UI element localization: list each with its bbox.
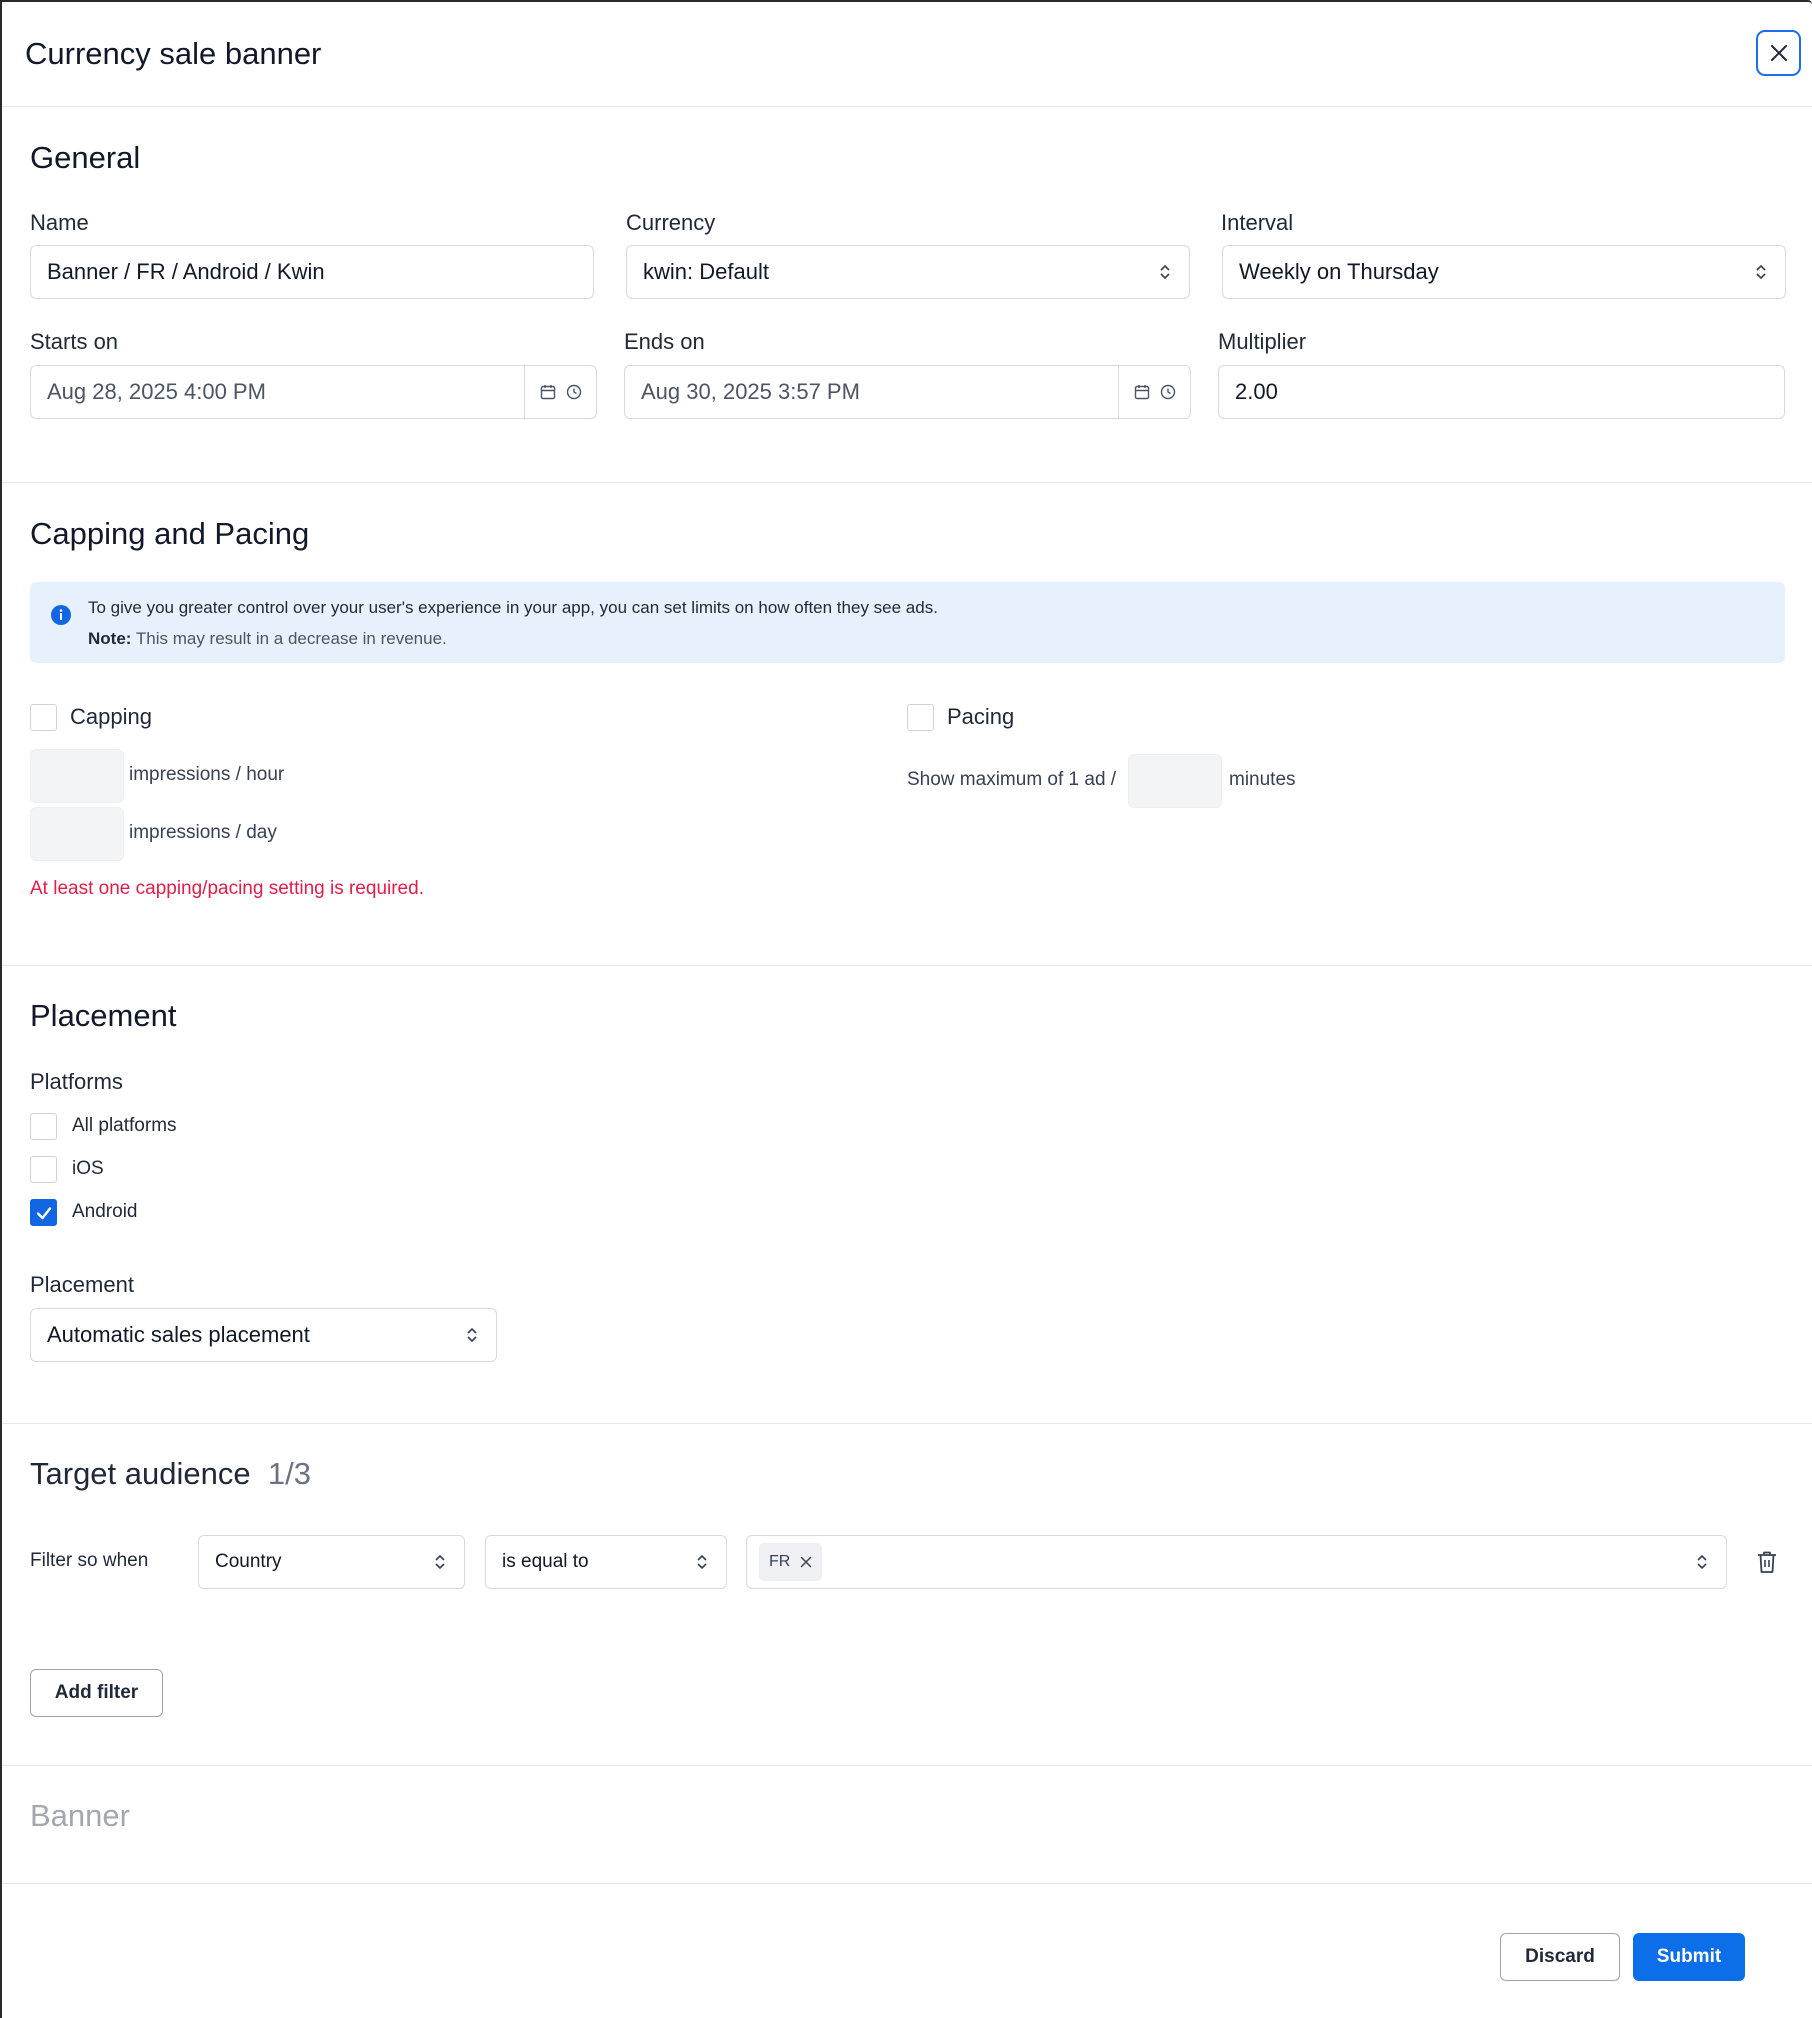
starts-value: Aug 28, 2025 4:00 PM (47, 379, 266, 404)
filter-field-value: Country (215, 1551, 282, 1572)
divider (2, 965, 1812, 966)
platform-all-checkbox[interactable] (30, 1113, 57, 1140)
chevron-updown-icon (1697, 1554, 1707, 1570)
info-banner: To give you greater control over your us… (30, 582, 1785, 663)
info-icon (51, 605, 71, 625)
interval-label: Interval (1221, 210, 1294, 235)
per-hour-label: impressions / hour (129, 764, 285, 785)
name-input[interactable]: Banner / FR / Android / Kwin (30, 245, 594, 299)
close-icon (1770, 45, 1787, 61)
dialog-frame (0, 0, 1812, 2018)
currency-value: kwin: Default (643, 259, 769, 284)
section-title-banner: Banner (30, 1798, 130, 1833)
platform-ios-checkbox[interactable] (30, 1156, 57, 1183)
name-value: Banner / FR / Android / Kwin (47, 259, 325, 284)
submit-button[interactable]: Submit (1633, 1933, 1745, 1981)
discard-button[interactable]: Discard (1500, 1933, 1620, 1981)
add-filter-button[interactable]: Add filter (30, 1669, 163, 1717)
name-label: Name (30, 210, 89, 235)
pacing-prefix: Show maximum of 1 ad / (907, 769, 1117, 790)
platform-ios-label: iOS (72, 1158, 104, 1179)
ends-label: Ends on (624, 329, 705, 354)
calendar-icon[interactable] (1134, 384, 1150, 400)
placement-value: Automatic sales placement (47, 1322, 310, 1347)
datetime-icons (1118, 366, 1190, 418)
trash-icon[interactable] (1756, 1550, 1778, 1574)
filter-field-select[interactable]: Country (198, 1535, 465, 1589)
ends-datetime-input[interactable]: Aug 30, 2025 3:57 PM (624, 365, 1191, 419)
platform-android-label: Android (72, 1201, 138, 1222)
currency-label: Currency (626, 210, 716, 235)
close-button[interactable] (1756, 30, 1801, 76)
chevron-updown-icon (435, 1554, 445, 1570)
pacing-label: Pacing (947, 704, 1015, 729)
interval-select[interactable]: Weekly on Thursday (1222, 245, 1786, 299)
multiplier-input[interactable]: 2.00 (1218, 365, 1785, 419)
placement-select[interactable]: Automatic sales placement (30, 1308, 497, 1362)
section-title-audience: Target audience 1/3 (30, 1456, 311, 1492)
info-note-text: This may result in a decrease in revenue… (135, 629, 447, 648)
platform-android-checkbox[interactable] (30, 1199, 57, 1226)
pacing-suffix: minutes (1229, 769, 1296, 790)
currency-select[interactable]: kwin: Default (626, 245, 1190, 299)
section-title-capping: Capping and Pacing (30, 516, 310, 551)
filter-operator-select[interactable]: is equal to (485, 1535, 727, 1589)
impressions-per-day-input[interactable] (30, 807, 124, 861)
divider (2, 106, 1812, 107)
dialog-title: Currency sale banner (25, 36, 322, 71)
platforms-label: Platforms (30, 1069, 123, 1094)
chevron-updown-icon (1756, 264, 1766, 280)
info-text: To give you greater control over your us… (88, 598, 938, 617)
section-title-placement: Placement (30, 998, 177, 1033)
footer-divider (2, 1883, 1812, 1884)
multiplier-value: 2.00 (1235, 379, 1278, 404)
placement-label: Placement (30, 1272, 134, 1297)
audience-title: Target audience (30, 1456, 251, 1491)
filter-tag: FR (759, 1543, 823, 1581)
audience-count: 1/3 (267, 1456, 311, 1491)
filter-operator-value: is equal to (502, 1551, 589, 1572)
platform-all-label: All platforms (72, 1115, 177, 1136)
remove-tag-icon[interactable] (800, 1556, 812, 1568)
capping-error: At least one capping/pacing setting is r… (30, 878, 424, 899)
clock-icon[interactable] (566, 384, 582, 400)
section-title-general: General (30, 140, 141, 175)
interval-value: Weekly on Thursday (1239, 259, 1439, 284)
impressions-per-hour-input[interactable] (30, 749, 124, 803)
capping-label: Capping (70, 704, 152, 729)
calendar-icon[interactable] (540, 384, 556, 400)
divider (2, 1423, 1812, 1424)
filter-value-multiselect[interactable]: FR (746, 1535, 1727, 1589)
capping-checkbox[interactable] (30, 704, 57, 731)
divider (2, 1765, 1812, 1766)
divider (2, 482, 1812, 483)
pacing-checkbox[interactable] (907, 704, 934, 731)
starts-label: Starts on (30, 329, 119, 354)
chevron-updown-icon (697, 1554, 707, 1570)
filter-prefix: Filter so when (30, 1550, 149, 1571)
starts-datetime-input[interactable]: Aug 28, 2025 4:00 PM (30, 365, 597, 419)
info-note: Note: This may result in a decrease in r… (88, 629, 447, 649)
clock-icon[interactable] (1160, 384, 1176, 400)
datetime-icons (524, 366, 596, 418)
check-icon (36, 1206, 51, 1219)
pacing-minutes-input[interactable] (1128, 754, 1222, 808)
info-note-label: Note: (88, 629, 132, 648)
multiplier-label: Multiplier (1218, 329, 1307, 354)
per-day-label: impressions / day (129, 822, 277, 843)
filter-tag-label: FR (769, 1553, 791, 1570)
ends-value: Aug 30, 2025 3:57 PM (641, 379, 860, 404)
chevron-updown-icon (467, 1327, 477, 1343)
chevron-updown-icon (1160, 264, 1170, 280)
